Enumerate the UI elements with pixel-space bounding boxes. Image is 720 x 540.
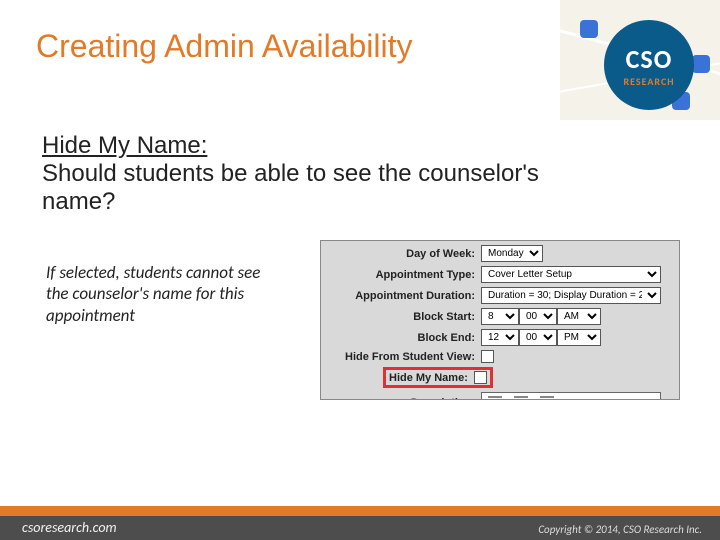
hide-from-student-label: Hide From Student View:: [321, 351, 481, 363]
toolbar-icon: [540, 396, 554, 398]
explanatory-note: If selected, students cannot see the cou…: [46, 262, 276, 326]
subtitle-question: Should students be able to see the couns…: [42, 160, 539, 215]
row-hide-from-student: Hide From Student View:: [321, 350, 679, 363]
footer-bar: csoresearch.com Copyright © 2014, CSO Re…: [0, 506, 720, 540]
hide-from-student-checkbox[interactable]: [481, 350, 494, 363]
block-start-ampm[interactable]: AM: [557, 308, 601, 325]
appointment-type-label: Appointment Type:: [321, 269, 481, 281]
description-label: Description:: [321, 397, 481, 400]
footer-copyright: Copyright © 2014, CSO Research Inc.: [538, 523, 702, 536]
row-block-end: Block End: 12 00 PM: [321, 329, 679, 346]
subtitle-heading: Hide My Name:: [42, 132, 602, 160]
block-start-label: Block Start:: [321, 311, 481, 323]
block-end-label: Block End:: [321, 332, 481, 344]
hide-my-name-checkbox[interactable]: [474, 371, 487, 384]
toolbar-icon: [514, 396, 528, 398]
day-of-week-label: Day of Week:: [321, 248, 481, 260]
form-screenshot: Day of Week: Monday Appointment Type: Co…: [320, 240, 680, 400]
logo-text-sub: RESEARCH: [623, 75, 674, 88]
row-appointment-duration: Appointment Duration: Duration = 30; Dis…: [321, 287, 679, 304]
appointment-duration-select[interactable]: Duration = 30; Display Duration = 25: [481, 287, 661, 304]
footer-site: csoresearch.com: [22, 519, 117, 536]
row-day-of-week: Day of Week: Monday: [321, 245, 679, 262]
description-editor[interactable]: [481, 392, 661, 400]
row-hide-my-name: Hide My Name:: [383, 367, 679, 388]
hide-my-name-label: Hide My Name:: [389, 372, 474, 384]
logo-text-main: CSO: [626, 43, 673, 75]
appointment-type-select[interactable]: Cover Letter Setup: [481, 266, 661, 283]
toolbar-icon: [488, 396, 502, 398]
subtitle-block: Hide My Name: Should students be able to…: [42, 132, 602, 215]
header-white-overlay: [0, 0, 560, 130]
cso-logo: CSO RESEARCH: [604, 20, 694, 110]
row-appointment-type: Appointment Type: Cover Letter Setup: [321, 266, 679, 283]
block-end-min[interactable]: 00: [519, 329, 557, 346]
block-end-ampm[interactable]: PM: [557, 329, 601, 346]
slide-title: Creating Admin Availability: [36, 28, 413, 65]
block-start-hour[interactable]: 8: [481, 308, 519, 325]
block-end-hour[interactable]: 12: [481, 329, 519, 346]
block-start-min[interactable]: 00: [519, 308, 557, 325]
row-block-start: Block Start: 8 00 AM: [321, 308, 679, 325]
day-of-week-select[interactable]: Monday: [481, 245, 543, 262]
row-description: Description:: [321, 392, 679, 400]
hide-my-name-highlight: Hide My Name:: [383, 367, 493, 388]
footer-accent-stripe: [0, 506, 720, 516]
appointment-duration-label: Appointment Duration:: [321, 290, 481, 302]
